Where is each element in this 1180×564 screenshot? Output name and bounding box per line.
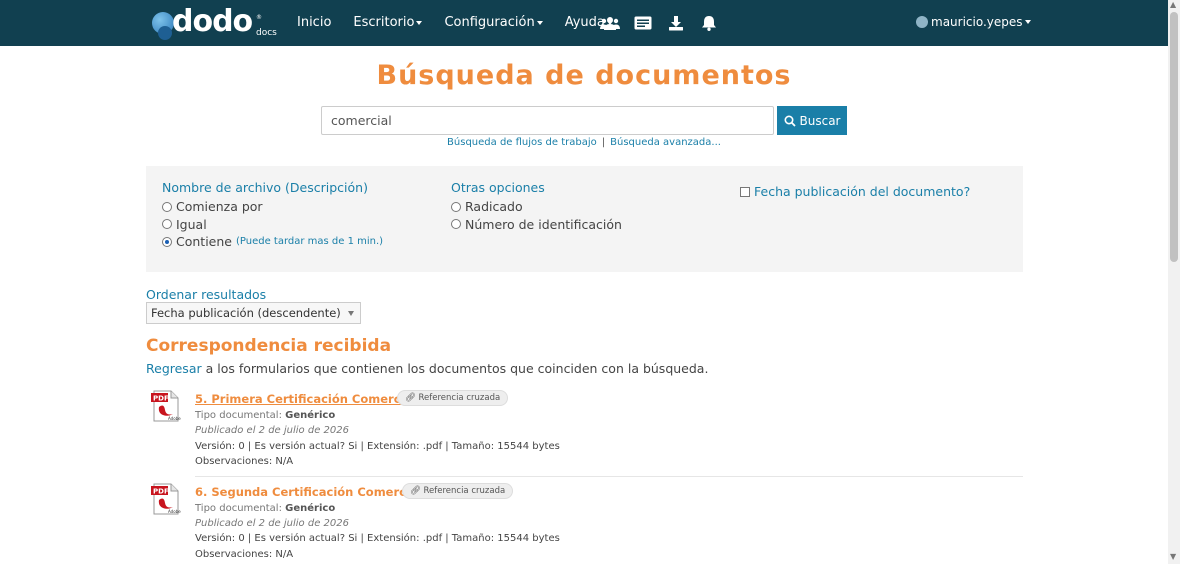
radio-button-checked[interactable]: [162, 236, 172, 247]
other-options: Otras opciones Radicado Número de identi…: [451, 180, 622, 233]
filename-options: Nombre de archivo (Descripción) Comienza…: [162, 180, 383, 251]
back-line-text: a los formularios que contienen los docu…: [201, 361, 709, 376]
scroll-down-icon[interactable]: ▼: [1170, 553, 1176, 561]
chevron-down-icon: [416, 20, 423, 25]
nav-inicio[interactable]: Inicio: [297, 15, 331, 30]
radio-button[interactable]: [451, 201, 461, 212]
nav-icon-group: [600, 13, 719, 33]
search-button-label: Buscar: [799, 113, 841, 128]
result-published-date: Publicado el 2 de julio de 2026: [195, 518, 349, 529]
back-line: Regresar a los formularios que contienen…: [146, 361, 708, 376]
search-options-panel: Nombre de archivo (Descripción) Comienza…: [146, 166, 1023, 272]
radio-button[interactable]: [451, 219, 461, 230]
result-notes: Observaciones: N/A: [195, 549, 294, 560]
radio-igual[interactable]: Igual: [162, 216, 383, 234]
result-divider: [195, 476, 1023, 477]
date-filter[interactable]: Fecha publicación del documento?: [740, 183, 970, 201]
result-notes: Observaciones: N/A: [195, 456, 294, 467]
bell-icon[interactable]: [699, 13, 719, 33]
advanced-search-link[interactable]: Búsqueda avanzada...: [610, 137, 721, 148]
date-checkbox[interactable]: [740, 186, 750, 197]
result-published-date: Publicado el 2 de julio de 2026: [195, 425, 349, 436]
other-options-heading: Otras opciones: [451, 180, 545, 195]
search-input[interactable]: [321, 106, 774, 135]
svg-text:PDF: PDF: [153, 488, 169, 496]
date-checkbox-label[interactable]: Fecha publicación del documento?: [754, 184, 970, 199]
order-selected-value: Fecha publicación (descendente): [151, 306, 341, 320]
results-section-title: Correspondencia recibida: [146, 336, 392, 356]
order-select[interactable]: Fecha publicación (descendente): [146, 302, 361, 324]
result-doc-type: Tipo documental: Genérico: [195, 503, 336, 514]
link-icon: 🔗︎: [410, 486, 421, 496]
search-links: Búsqueda de flujos de trabajo | Búsqueda a…: [0, 137, 1168, 148]
radio-comienza-por[interactable]: Comienza por: [162, 198, 383, 216]
result-doc-type: Tipo documental: Genérico: [195, 410, 336, 421]
page-scrollbar[interactable]: ▲ ▼: [1168, 0, 1180, 564]
search-button[interactable]: Buscar: [777, 106, 847, 135]
logo-registered-mark: ®: [256, 14, 262, 21]
chevron-down-icon: [536, 20, 543, 25]
search-icon: [783, 114, 796, 127]
slow-search-hint: (Puede tardar mas de 1 min.): [235, 236, 384, 248]
link-separator: |: [601, 137, 606, 148]
result-details: Versión: 0 | Es versión actual? Si | Ext…: [195, 533, 560, 544]
pdf-file-icon[interactable]: PDF Adobe: [151, 390, 181, 422]
result-item: PDF Adobe 5. Primera Certificación Comerc…: [146, 390, 1023, 477]
logo-subtext: docs: [256, 28, 277, 38]
user-menu[interactable]: mauricio.yepes: [916, 15, 1031, 29]
page-title: Búsqueda de documentos: [376, 60, 792, 91]
download-icon[interactable]: [666, 13, 686, 33]
main-nav: Inicio Escritorio Configuración Ayuda: [297, 15, 635, 30]
nav-configuracion[interactable]: Configuración: [444, 15, 543, 30]
radio-radicado[interactable]: Radicado: [451, 198, 622, 216]
workflow-search-link[interactable]: Búsqueda de flujos de trabajo: [447, 137, 597, 148]
order-label: Ordenar resultados: [146, 287, 267, 302]
result-details: Versión: 0 | Es versión actual? Si | Ext…: [195, 441, 560, 452]
dropdown-arrow-icon: [348, 311, 354, 316]
avatar: [916, 16, 928, 28]
cross-reference-button[interactable]: 🔗︎ Referencia cruzada: [402, 483, 514, 499]
result-title-link[interactable]: 5. Primera Certificación Comercial: [195, 392, 416, 406]
nav-escritorio[interactable]: Escritorio: [353, 15, 423, 30]
inbox-icon[interactable]: [633, 13, 653, 33]
svg-text:Adobe: Adobe: [168, 416, 181, 421]
chevron-down-icon: [1024, 20, 1031, 24]
svg-text:Adobe: Adobe: [168, 509, 181, 514]
scroll-up-icon[interactable]: ▲: [1170, 1, 1176, 9]
back-link[interactable]: Regresar: [146, 361, 202, 376]
link-icon: 🔗︎: [405, 393, 416, 403]
radio-button[interactable]: [162, 219, 172, 230]
radio-contiene[interactable]: Contiene (Puede tardar mas de 1 min.): [162, 233, 383, 251]
radio-numero-identificacion[interactable]: Número de identificación: [451, 216, 622, 234]
pdf-file-icon[interactable]: PDF Adobe: [151, 483, 181, 515]
user-name: mauricio.yepes: [931, 15, 1023, 29]
logo-text: dodo: [172, 4, 253, 39]
top-navbar: dodo ® docs Inicio Escritorio Configurac…: [0, 0, 1168, 46]
svg-text:PDF: PDF: [153, 395, 169, 403]
result-item: PDF Adobe 6. Segunda Certificación Comerc…: [146, 483, 1023, 563]
result-title-link[interactable]: 6. Segunda Certificación Comercial: [195, 485, 422, 499]
logo-mark-icon-secondary: [158, 26, 172, 40]
radio-button[interactable]: [162, 201, 172, 212]
filename-options-heading: Nombre de archivo (Descripción): [162, 180, 368, 195]
cross-reference-button[interactable]: 🔗︎ Referencia cruzada: [397, 390, 509, 406]
users-icon[interactable]: [600, 13, 620, 33]
scrollbar-thumb[interactable]: [1170, 12, 1178, 262]
